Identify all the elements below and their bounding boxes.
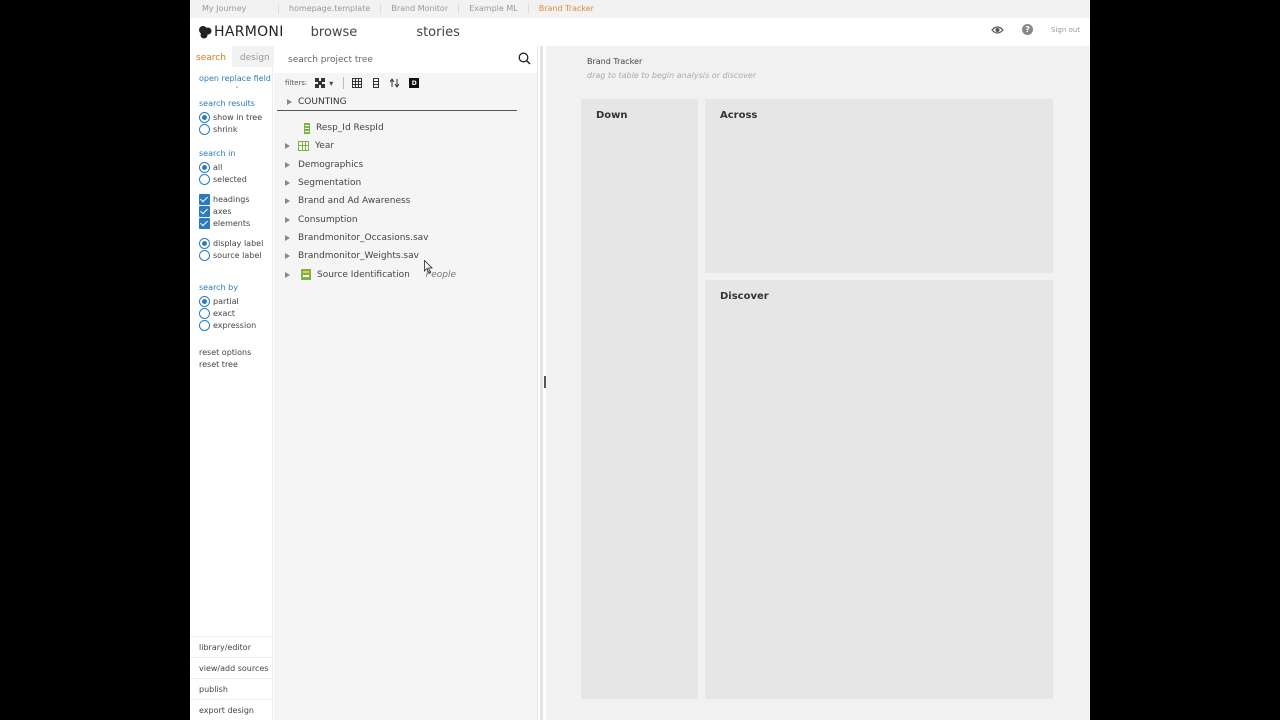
harmoni-logo[interactable]: HARMONI <box>198 24 284 40</box>
app-window: My Journey homepage.template Brand Monit… <box>190 0 1090 720</box>
help-icon[interactable]: ? <box>1022 24 1034 35</box>
filter-network-icon[interactable] <box>315 78 326 88</box>
crumb-example-ml[interactable]: Example ML <box>459 4 529 14</box>
tree-row-resp-id[interactable]: Resp_Id RespId <box>274 119 537 137</box>
chevron-down-icon[interactable]: ⌄ <box>202 83 272 93</box>
crumb-brand-monitor[interactable]: Brand Monitor <box>381 4 460 14</box>
expand-icon[interactable] <box>285 253 290 260</box>
tree-row-year[interactable]: Year <box>274 137 537 155</box>
eye-icon[interactable] <box>991 25 1004 35</box>
publish-link[interactable]: publish <box>190 678 273 699</box>
tree-row-demographics[interactable]: Demographics <box>274 156 537 174</box>
radio-shrink[interactable]: shrink <box>190 123 272 135</box>
radio-partial[interactable]: partial <box>190 295 272 307</box>
checkbox-axes[interactable]: axes <box>190 205 272 217</box>
open-replace-field-link[interactable]: open replace field <box>190 74 272 83</box>
tree-row-consumption[interactable]: Consumption <box>274 210 537 228</box>
mouse-cursor-icon <box>424 260 433 274</box>
search-in-heading: search in <box>199 149 236 158</box>
expand-icon[interactable] <box>285 271 290 278</box>
search-options-panel: search design open replace field ⌄ searc… <box>190 46 278 720</box>
radio-all[interactable]: all <box>190 161 272 173</box>
expand-icon[interactable] <box>285 216 290 223</box>
sign-out-link[interactable]: Sign out <box>1051 26 1080 34</box>
expand-icon[interactable] <box>285 161 290 168</box>
search-input[interactable] <box>288 54 508 65</box>
grid-icon <box>298 141 309 152</box>
radio-expression[interactable]: expression <box>190 319 272 331</box>
view-add-sources-link[interactable]: view/add sources <box>190 657 273 678</box>
discover-label: Discover <box>720 291 769 302</box>
tree-rows: Resp_Id RespId Year Demographics Segment… <box>274 111 537 284</box>
tree-row-brand-awareness[interactable]: Brand and Ad Awareness <box>274 192 537 210</box>
filter-separator <box>343 77 345 89</box>
variable-icon <box>304 122 310 134</box>
breadcrumb: My Journey homepage.template Brand Monit… <box>190 0 1090 18</box>
filters-bar: filters: ▾ D <box>274 73 537 93</box>
canvas-hint: drag to table to begin analysis or disco… <box>587 71 757 80</box>
expand-icon[interactable] <box>285 143 290 150</box>
nav-browse[interactable]: browse <box>311 25 358 40</box>
tab-design[interactable]: design <box>231 46 278 67</box>
tree-search-bar <box>274 46 537 73</box>
crumb-my-journey[interactable]: My Journey <box>202 4 279 14</box>
export-design-link[interactable]: export design <box>190 699 273 720</box>
radio-selected[interactable]: selected <box>190 173 272 185</box>
tree-row-weights[interactable]: Brandmonitor_Weights.sav <box>274 247 537 265</box>
expand-icon[interactable] <box>285 234 290 241</box>
radio-show-in-tree[interactable]: show in tree <box>190 111 272 123</box>
design-canvas: Brand Tracker drag to table to begin ana… <box>546 46 1090 720</box>
tab-search[interactable]: search <box>196 53 232 74</box>
sort-icon[interactable] <box>390 78 400 88</box>
search-icon[interactable] <box>518 52 531 65</box>
canvas-title: Brand Tracker <box>587 57 643 66</box>
discover-drop-zone[interactable]: Discover <box>705 280 1053 699</box>
source-icon <box>301 269 311 281</box>
top-header: HARMONI browse stories ? Sign out <box>190 18 1090 46</box>
search-results-heading: search results <box>199 99 255 108</box>
reset-tree-link[interactable]: reset tree <box>190 359 272 371</box>
nav-stories[interactable]: stories <box>416 25 460 40</box>
checkbox-elements[interactable]: elements <box>190 217 272 229</box>
counting-node[interactable]: COUNTING <box>277 93 517 111</box>
bottom-links: library/editor view/add sources publish … <box>190 636 273 720</box>
radio-exact[interactable]: exact <box>190 307 272 319</box>
search-by-heading: search by <box>199 283 238 292</box>
expand-icon[interactable] <box>285 198 290 205</box>
expand-icon[interactable] <box>287 98 292 105</box>
filter-dropdown-icon[interactable]: ▾ <box>328 78 334 88</box>
across-label: Across <box>720 110 758 121</box>
filter-d-badge[interactable]: D <box>409 78 420 88</box>
radio-display-label[interactable]: display label <box>190 237 272 249</box>
tree-row-occasions[interactable]: Brandmonitor_Occasions.sav <box>274 229 537 247</box>
expand-icon[interactable] <box>285 180 290 187</box>
crumb-homepage-template[interactable]: homepage.template <box>279 4 382 14</box>
library-editor-link[interactable]: library/editor <box>190 636 273 657</box>
tree-row-segmentation[interactable]: Segmentation <box>274 174 537 192</box>
down-drop-zone[interactable]: Down <box>581 99 698 699</box>
header-actions: ? Sign out <box>991 24 1080 35</box>
radio-source-label[interactable]: source label <box>190 249 272 261</box>
crumb-brand-tracker[interactable]: Brand Tracker <box>529 4 604 14</box>
across-drop-zone[interactable]: Across <box>705 99 1053 273</box>
reset-options-link[interactable]: reset options <box>190 347 272 359</box>
panel-splitter[interactable] <box>537 46 546 720</box>
options-tabs: search design <box>190 46 278 74</box>
tree-row-source-identification[interactable]: Source Identification People <box>274 265 537 283</box>
filters-label: filters: <box>285 79 308 87</box>
table-icon[interactable] <box>352 78 363 88</box>
down-label: Down <box>596 110 628 121</box>
project-tree-panel: filters: ▾ D COUNTING Resp_Id RespId <box>274 46 537 720</box>
checkbox-headings[interactable]: headings <box>190 193 272 205</box>
logo-text: HARMONI <box>214 24 284 40</box>
logo-mark-icon <box>199 26 212 39</box>
variable-filter-icon[interactable] <box>371 78 381 88</box>
